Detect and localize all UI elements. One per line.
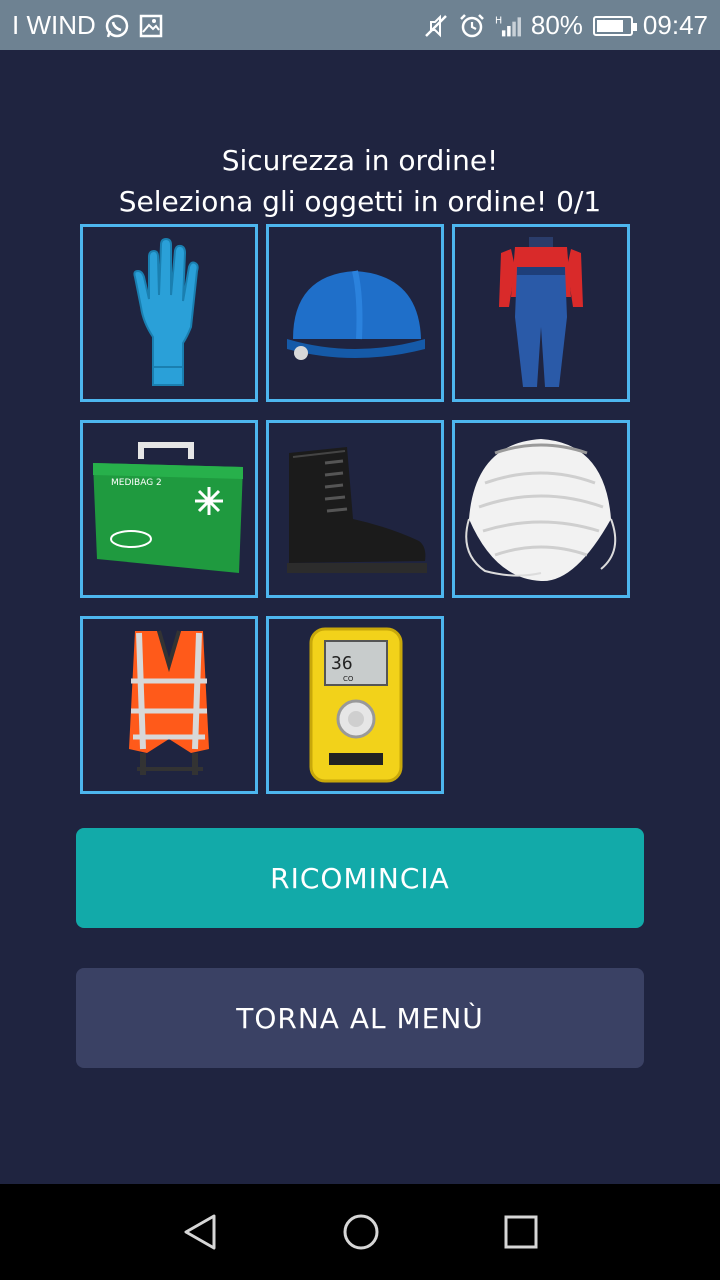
overalls-icon — [499, 237, 583, 387]
detector-unit: CO — [343, 675, 354, 683]
item-gas-detector[interactable]: 36 CO — [266, 616, 444, 794]
item-hard-hat[interactable] — [266, 224, 444, 402]
navigation-bar — [0, 1184, 720, 1280]
title-line-2: Seleziona gli oggetti in ordine! 0/1 — [118, 185, 602, 218]
gloves-icon — [133, 237, 199, 386]
safety-harness-icon — [129, 630, 209, 775]
detector-reading: 36 — [331, 653, 353, 674]
item-safety-boot[interactable] — [266, 420, 444, 598]
gallery-icon — [139, 14, 163, 37]
first-aid-kit-icon: MEDIBAG 2 — [93, 442, 243, 573]
item-overalls[interactable] — [452, 224, 630, 402]
quiz-title: Sicurezza in ordine! Seleziona gli ogget… — [0, 140, 720, 222]
item-dust-mask[interactable] — [452, 420, 630, 598]
svg-text:H: H — [495, 15, 502, 26]
status-bar: I WIND H 80% 09:47 — [0, 0, 720, 50]
hard-hat-icon — [287, 270, 425, 360]
restart-button[interactable]: RICOMINCIA — [76, 828, 644, 928]
gas-detector-icon: 36 CO — [309, 627, 403, 783]
item-grid: MEDIBAG 2 36 CO — [80, 224, 632, 794]
recents-icon[interactable] — [501, 1212, 541, 1252]
whatsapp-icon — [105, 14, 129, 37]
alarm-icon — [459, 13, 484, 37]
title-line-1: Sicurezza in ordine! — [221, 144, 499, 177]
item-first-aid-kit[interactable]: MEDIBAG 2 — [80, 420, 258, 598]
item-safety-harness[interactable] — [80, 616, 258, 794]
home-icon[interactable] — [341, 1212, 381, 1252]
battery-icon — [592, 15, 637, 36]
dust-mask-icon — [465, 439, 617, 582]
mute-icon — [424, 14, 447, 37]
safety-boot-icon — [287, 447, 427, 573]
back-to-menu-button[interactable]: TORNA AL MENÙ — [76, 968, 644, 1068]
kit-label: MEDIBAG 2 — [111, 478, 162, 488]
battery-percent: 80% — [530, 10, 583, 40]
clock: 09:47 — [642, 10, 708, 40]
signal-icon: H — [495, 15, 521, 36]
item-gloves[interactable] — [80, 224, 258, 402]
back-icon[interactable] — [180, 1212, 220, 1252]
carrier-name: I WIND — [12, 10, 96, 40]
